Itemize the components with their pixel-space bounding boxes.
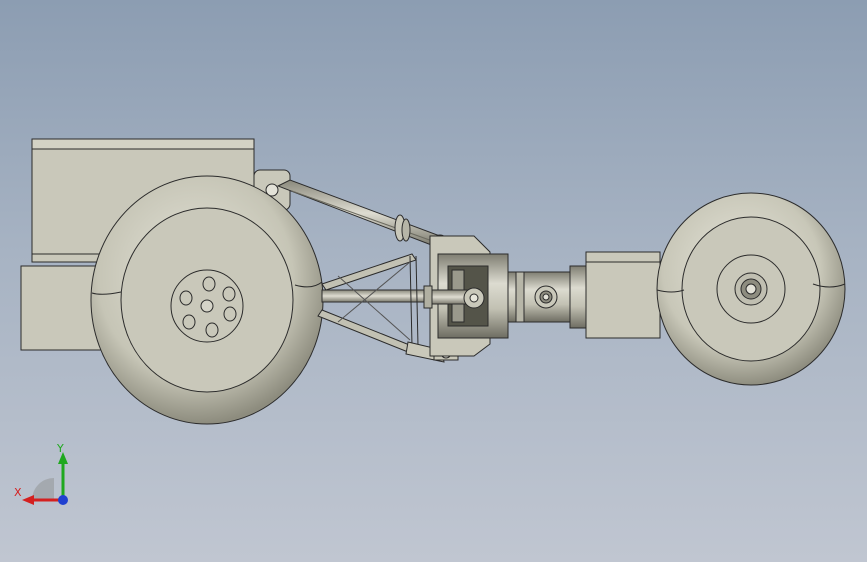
left-wheel-hub xyxy=(170,269,244,343)
right-wheel[interactable] xyxy=(656,192,846,386)
graphics-viewport[interactable]: Y X xyxy=(0,0,867,562)
x-axis-label: X xyxy=(14,486,22,499)
right-wheel-hub xyxy=(716,254,786,324)
axle-cylinder[interactable] xyxy=(507,251,661,339)
y-axis-label: Y xyxy=(56,442,64,455)
coordinate-triad: Y X xyxy=(14,442,68,505)
left-wheel[interactable] xyxy=(90,175,324,425)
landing-gear-model[interactable] xyxy=(0,0,867,562)
central-housing[interactable] xyxy=(423,235,509,357)
